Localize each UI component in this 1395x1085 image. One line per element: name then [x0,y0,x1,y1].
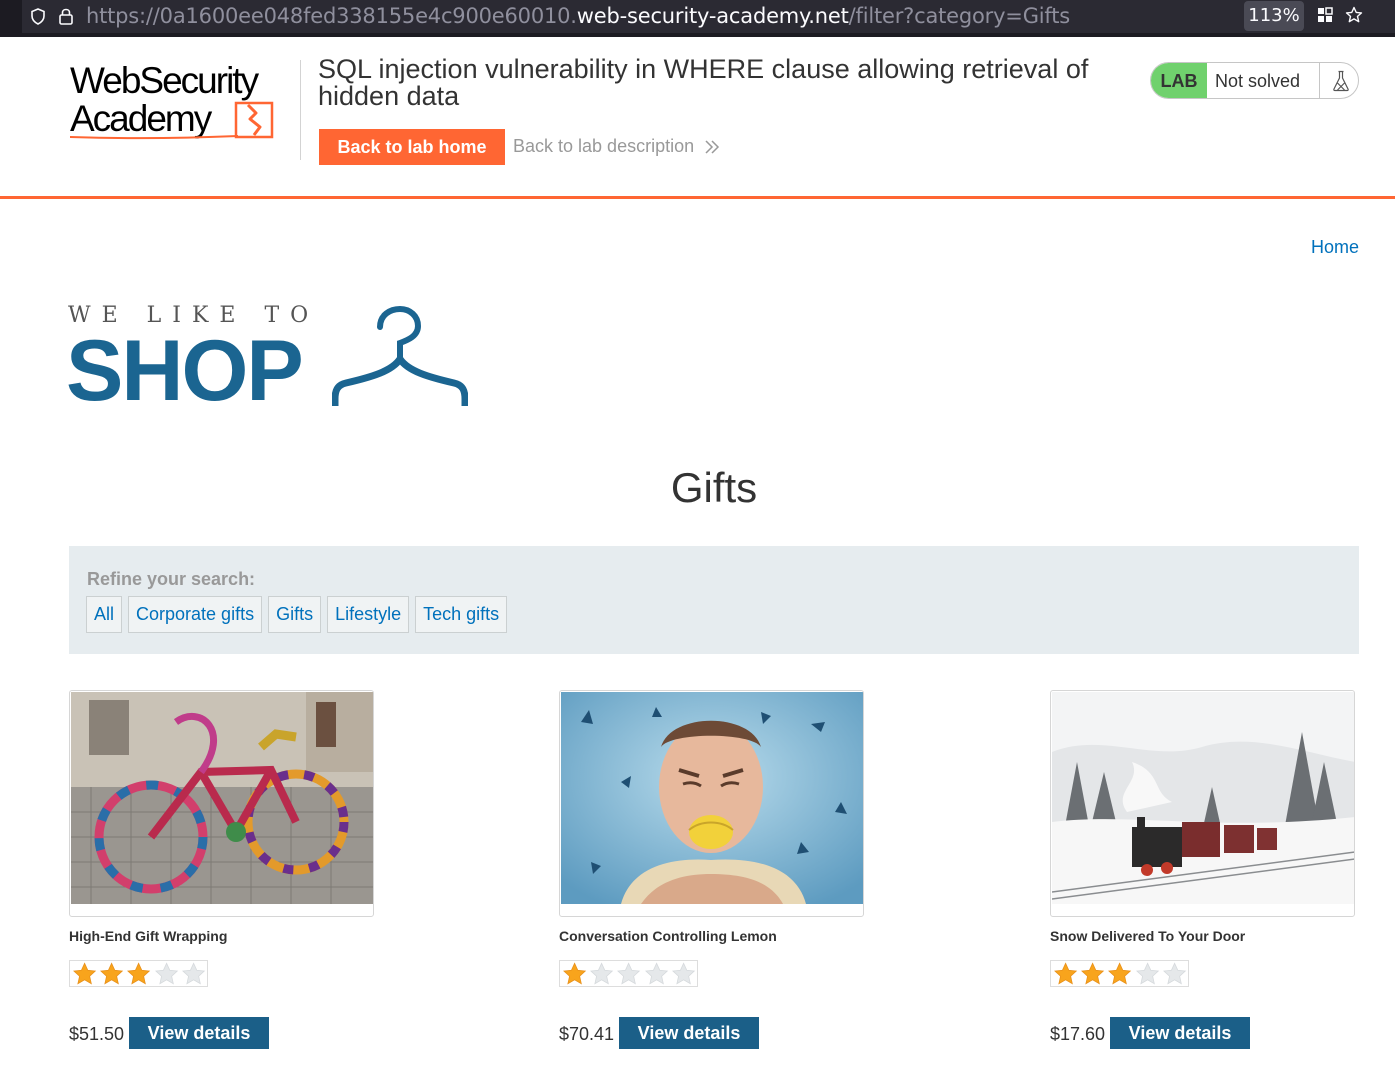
view-details-button[interactable]: View details [129,1017,269,1049]
lemon-man-picture [561,692,863,904]
lab-status-icon-box [1319,63,1358,98]
yarn-bicycle-picture [71,692,373,904]
star-empty-icon [590,961,614,984]
url-prefix: https://0a1600ee048fed338155e4c900e60010… [86,4,577,28]
svg-text:Academy: Academy [70,98,213,139]
product-image-snow-train[interactable] [1050,690,1355,917]
academy-header: WebSecurity Academy SQL injection vulner… [0,37,1395,199]
star-empty-icon [671,961,696,984]
product-name: High-End Gift Wrapping [69,928,228,944]
url-path: /filter?category=Gifts [848,4,1071,28]
product-price: $17.60 [1050,1024,1106,1044]
product-name: Conversation Controlling Lemon [559,928,777,944]
star-empty-icon [1135,961,1159,984]
lab-title: SQL injection vulnerability in WHERE cla… [318,54,1089,111]
double-chevron-right-icon [705,140,720,154]
bookmark-star-icon[interactable] [1345,6,1363,24]
lab-status-text: Not solved [1215,71,1301,91]
filter-tech-gifts[interactable]: Tech gifts [415,596,508,633]
product-name: Snow Delivered To Your Door [1050,928,1246,944]
star-empty-icon [154,961,178,984]
web-security-academy-logo[interactable]: WebSecurity Academy [70,59,300,141]
header-divider [300,60,301,160]
product-image-yarn-bicycle[interactable] [69,690,374,917]
shield-icon[interactable] [30,8,46,25]
nav-home-link[interactable]: Home [1311,237,1359,258]
star-empty-icon [644,961,668,984]
filter-gifts[interactable]: Gifts [268,596,322,633]
product-rating [1050,960,1189,987]
product-image-lemon-man[interactable] [559,690,864,917]
star-filled-icon [127,961,151,984]
browser-toolbar: https://0a1600ee048fed338155e4c900e60010… [0,0,1395,37]
view-details-button[interactable]: View details [619,1017,759,1049]
star-empty-icon [1162,961,1187,984]
star-filled-icon [100,961,124,984]
product-price: $51.50 [69,1024,125,1044]
star-filled-icon [1054,961,1078,984]
coat-hanger-icon [332,305,468,406]
star-filled-icon [73,961,97,984]
product-rating [559,960,698,987]
star-filled-icon [1108,961,1132,984]
shop-logo-word: SHOP [66,323,304,419]
shop-logo[interactable]: WE LIKE TO SHOP [66,303,468,419]
star-filled-icon [563,961,587,984]
filter-label: Refine your search: [87,569,256,589]
lab-status-widget: LAB Not solved [1150,62,1359,99]
lock-icon[interactable] [58,7,74,25]
snow-train-picture [1052,692,1354,904]
product-rating [69,960,208,987]
star-empty-icon [617,961,641,984]
page-title: Gifts [670,464,758,511]
filter-lifestyle[interactable]: Lifestyle [327,596,410,633]
url-domain: web-security-academy.net [576,4,849,28]
svg-text:WebSecurity: WebSecurity [70,60,260,101]
filter-all[interactable]: All [86,596,123,633]
star-empty-icon [181,961,206,984]
filter-panel: Refine your search: All Corporate gifts … [69,546,1359,654]
zoom-level-button[interactable]: 113% [1244,1,1304,31]
url-text[interactable]: https://0a1600ee048fed338155e4c900e60010… [86,3,1070,29]
product-grid: High-End Gift Wrapping $51.50 View detai… [69,690,1359,1070]
product-price: $70.41 [559,1024,615,1044]
flask-icon [1333,70,1349,92]
filter-corporate-gifts[interactable]: Corporate gifts [128,596,263,633]
star-filled-icon [1081,961,1105,984]
filter-list: All Corporate gifts Gifts Lifestyle Tech… [86,596,508,633]
view-details-button[interactable]: View details [1110,1017,1250,1049]
lab-badge: LAB [1151,63,1207,98]
back-to-lab-home-button[interactable]: Back to lab home [319,129,505,165]
back-to-lab-description-link[interactable]: Back to lab description [513,136,694,157]
extensions-icon[interactable] [1317,7,1333,23]
